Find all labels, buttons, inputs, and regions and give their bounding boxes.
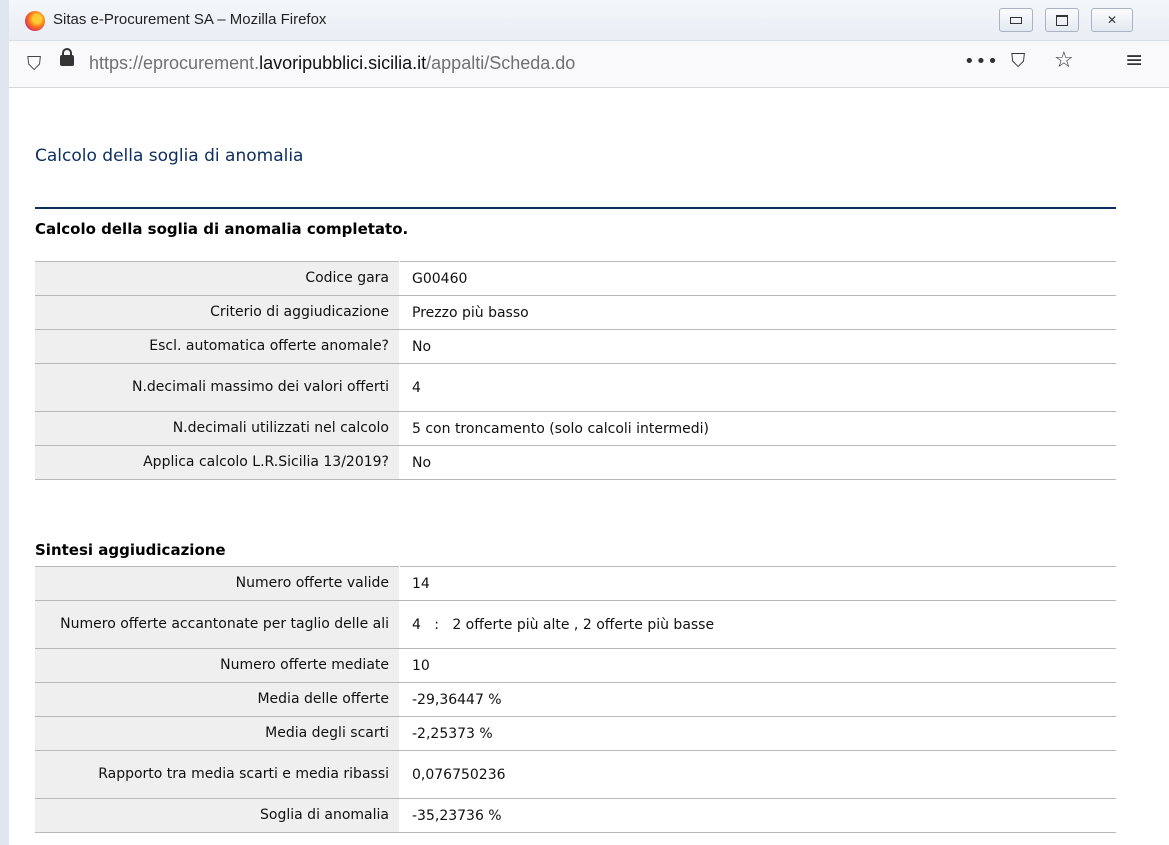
maximize-button[interactable] bbox=[1045, 8, 1079, 32]
hamburger-menu-icon[interactable]: ≡ bbox=[1125, 48, 1143, 73]
table-row: Criterio di aggiudicazione Prezzo più ba… bbox=[35, 295, 1116, 330]
url-domain: lavoripubblici.sicilia.it bbox=[259, 53, 427, 73]
url-path: /appalti/Scheda.do bbox=[426, 53, 576, 73]
row-label: Media degli scarti bbox=[35, 716, 400, 751]
row-label: Applica calcolo L.R.Sicilia 13/2019? bbox=[35, 445, 400, 480]
row-value: 4 : 2 offerte più alte , 2 offerte più b… bbox=[399, 600, 1116, 649]
title-bar: Sitas e-Procurement SA – Mozilla Firefox… bbox=[9, 0, 1169, 41]
summary-heading: Sintesi aggiudicazione bbox=[35, 541, 226, 559]
table-row: Numero offerte accantonate per taglio de… bbox=[35, 600, 1116, 649]
row-value: -35,23736 % bbox=[399, 798, 1116, 833]
minimize-button[interactable] bbox=[999, 8, 1033, 32]
window-title: Sitas e-Procurement SA – Mozilla Firefox bbox=[53, 11, 327, 28]
browser-window: Sitas e-Procurement SA – Mozilla Firefox… bbox=[9, 0, 1169, 845]
row-value: 5 con troncamento (solo calcoli intermed… bbox=[399, 411, 1116, 446]
row-value: G00460 bbox=[399, 261, 1116, 296]
table-row: Media degli scarti -2,25373 % bbox=[35, 716, 1116, 751]
summary-table: Numero offerte valide 14 Numero offerte … bbox=[35, 566, 1116, 833]
row-label: N.decimali massimo dei valori offerti bbox=[35, 363, 400, 412]
row-label: Escl. automatica offerte anomale? bbox=[35, 329, 400, 364]
table-row: N.decimali utilizzati nel calcolo 5 con … bbox=[35, 411, 1116, 446]
close-button[interactable]: ✕ bbox=[1091, 8, 1133, 32]
row-value: 0,076750236 bbox=[399, 750, 1116, 799]
row-value: No bbox=[399, 445, 1116, 480]
completed-message: Calcolo della soglia di anomalia complet… bbox=[35, 220, 409, 238]
table-row: Codice gara G00460 bbox=[35, 261, 1116, 296]
firefox-logo-icon bbox=[25, 11, 45, 31]
row-value: -29,36447 % bbox=[399, 682, 1116, 717]
url-prefix: https://eprocurement. bbox=[89, 53, 260, 73]
desktop-edge bbox=[0, 0, 9, 845]
pocket-icon[interactable]: ⛉ bbox=[1011, 50, 1025, 72]
row-value: 4 bbox=[399, 363, 1116, 412]
minimize-icon bbox=[1010, 16, 1022, 24]
table-row: Media delle offerte -29,36447 % bbox=[35, 682, 1116, 717]
row-label: Numero offerte accantonate per taglio de… bbox=[35, 600, 400, 649]
row-value: -2,25373 % bbox=[399, 716, 1116, 751]
url-bar: ⛉ https://eprocurement.lavoripubblici.si… bbox=[9, 41, 1169, 88]
table-row: Soglia di anomalia -35,23736 % bbox=[35, 798, 1116, 833]
row-label: Criterio di aggiudicazione bbox=[35, 295, 400, 330]
row-label: Numero offerte valide bbox=[35, 566, 400, 601]
table-row: N.decimali massimo dei valori offerti 4 bbox=[35, 363, 1116, 412]
close-icon: ✕ bbox=[1106, 13, 1118, 27]
more-actions-icon[interactable]: ••• bbox=[964, 51, 999, 72]
table-row: Applica calcolo L.R.Sicilia 13/2019? No bbox=[35, 445, 1116, 480]
row-label: N.decimali utilizzati nel calcolo bbox=[35, 411, 400, 446]
row-value: No bbox=[399, 329, 1116, 364]
table-row: Rapporto tra media scarti e media ribass… bbox=[35, 750, 1116, 799]
maximize-icon bbox=[1056, 14, 1068, 26]
gara-details-table: Codice gara G00460 Criterio di aggiudica… bbox=[35, 261, 1116, 480]
row-label: Codice gara bbox=[35, 261, 400, 296]
table-row: Numero offerte valide 14 bbox=[35, 566, 1116, 601]
row-value: Prezzo più basso bbox=[399, 295, 1116, 330]
bookmark-star-icon[interactable]: ☆ bbox=[1054, 48, 1074, 73]
row-value: 10 bbox=[399, 648, 1116, 683]
row-label: Media delle offerte bbox=[35, 682, 400, 717]
table-row: Escl. automatica offerte anomale? No bbox=[35, 329, 1116, 364]
tracking-protection-shield-icon[interactable]: ⛉ bbox=[27, 53, 41, 75]
address-field[interactable]: https://eprocurement.lavoripubblici.sici… bbox=[89, 53, 575, 74]
row-label: Rapporto tra media scarti e media ribass… bbox=[35, 750, 400, 799]
title-divider bbox=[35, 207, 1116, 209]
lock-icon[interactable] bbox=[60, 48, 74, 66]
row-label: Soglia di anomalia bbox=[35, 798, 400, 833]
page-title: Calcolo della soglia di anomalia bbox=[35, 146, 304, 166]
row-value: 14 bbox=[399, 566, 1116, 601]
table-row: Numero offerte mediate 10 bbox=[35, 648, 1116, 683]
row-label: Numero offerte mediate bbox=[35, 648, 400, 683]
